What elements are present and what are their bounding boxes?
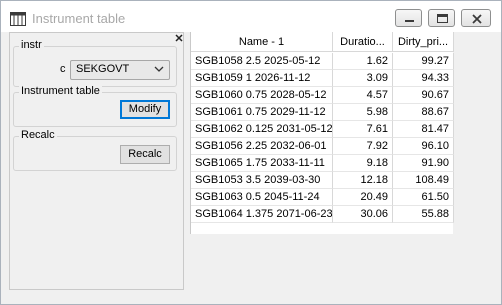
maximize-button[interactable] (428, 9, 455, 27)
instrument-name-cell: SGB1058 2.5 2025-05-12 (191, 53, 333, 70)
minimize-button[interactable] (395, 9, 422, 27)
table-row[interactable]: SGB1059 1 2026-11-12 3.09 94.33 (191, 70, 454, 87)
dirty-price-cell: 88.67 (393, 104, 454, 121)
close-icon (472, 14, 482, 24)
instr-combo[interactable]: SEKGOVT (70, 60, 170, 80)
instrument-table-window: Instrument table instr c SEKGOVT Instrum… (0, 0, 502, 305)
duration-cell: 12.18 (333, 172, 393, 189)
instrument-name-cell: SGB1061 0.75 2029-11-12 (191, 104, 333, 121)
dirty-price-cell: 81.47 (393, 121, 454, 138)
close-icon[interactable] (174, 33, 184, 43)
window-title: Instrument table (32, 11, 126, 26)
duration-cell: 1.62 (333, 53, 393, 70)
table-row[interactable]: SGB1061 0.75 2029-11-12 5.98 88.67 (191, 104, 454, 121)
table-row[interactable]: SGB1060 0.75 2028-05-12 4.57 90.67 (191, 87, 454, 104)
instr-group-legend: instr (19, 39, 44, 51)
modify-button[interactable]: Modify (120, 100, 170, 119)
duration-cell: 3.09 (333, 70, 393, 87)
table-row[interactable]: SGB1053 3.5 2039-03-30 12.18 108.49 (191, 172, 454, 189)
table-row[interactable]: SGB1065 1.75 2033-11-11 9.18 91.90 (191, 155, 454, 172)
column-header-duration[interactable]: Duratio... (333, 32, 393, 52)
recalc-group-legend: Recalc (19, 129, 57, 141)
instr-combo-value: SEKGOVT (76, 63, 130, 75)
instrument-name-cell: SGB1060 0.75 2028-05-12 (191, 87, 333, 104)
duration-cell: 30.06 (333, 206, 393, 223)
chevron-down-icon (154, 66, 164, 72)
duration-cell: 5.98 (333, 104, 393, 121)
instrument-name-cell: SGB1056 2.25 2032-06-01 (191, 138, 333, 155)
instrument-name-cell: SGB1062 0.125 2031-05-12 (191, 121, 333, 138)
duration-cell: 20.49 (333, 189, 393, 206)
table-row[interactable]: SGB1063 0.5 2045-11-24 20.49 61.50 (191, 189, 454, 206)
instrument-name-cell: SGB1059 1 2026-11-12 (191, 70, 333, 87)
duration-cell: 7.61 (333, 121, 393, 138)
table-row[interactable]: SGB1058 2.5 2025-05-12 1.62 99.27 (191, 53, 454, 70)
instrument-table-group: Instrument table Modify (13, 85, 177, 127)
dirty-price-cell: 55.88 (393, 206, 454, 223)
recalc-button[interactable]: Recalc (120, 145, 170, 164)
combo-label: c (60, 63, 66, 75)
dirty-price-cell: 99.27 (393, 53, 454, 70)
table-icon (10, 12, 26, 26)
column-header-name[interactable]: Name - 1 (191, 32, 333, 52)
instrument-table-group-legend: Instrument table (19, 85, 102, 97)
duration-cell: 9.18 (333, 155, 393, 172)
table-row[interactable]: SGB1062 0.125 2031-05-12 7.61 81.47 (191, 121, 454, 138)
duration-cell: 7.92 (333, 138, 393, 155)
dirty-price-cell: 90.67 (393, 87, 454, 104)
instrument-grid: Name - 1 Duratio... Dirty_pri... SGB1058… (190, 32, 454, 234)
dirty-price-cell: 94.33 (393, 70, 454, 87)
instrument-name-cell: SGB1065 1.75 2033-11-11 (191, 155, 333, 172)
instrument-name-cell: SGB1064 1.375 2071-06-23 (191, 206, 333, 223)
minimize-icon (405, 20, 414, 22)
instr-group: instr c SEKGOVT (13, 39, 177, 87)
table-row[interactable]: SGB1056 2.25 2032-06-01 7.92 96.10 (191, 138, 454, 155)
duration-cell: 4.57 (333, 87, 393, 104)
instrument-name-cell: SGB1053 3.5 2039-03-30 (191, 172, 333, 189)
dirty-price-cell: 91.90 (393, 155, 454, 172)
title-bar[interactable]: Instrument table (1, 1, 501, 32)
recalc-group: Recalc Recalc (13, 129, 177, 171)
column-header-dirty-price[interactable]: Dirty_pri... (393, 32, 454, 52)
control-panel: instr c SEKGOVT Instrument table Modify … (9, 32, 184, 290)
dirty-price-cell: 61.50 (393, 189, 454, 206)
dirty-price-cell: 108.49 (393, 172, 454, 189)
instrument-name-cell: SGB1063 0.5 2045-11-24 (191, 189, 333, 206)
maximize-icon (437, 14, 448, 23)
table-row[interactable]: SGB1064 1.375 2071-06-23 30.06 55.88 (191, 206, 454, 223)
close-button[interactable] (461, 9, 491, 27)
dirty-price-cell: 96.10 (393, 138, 454, 155)
